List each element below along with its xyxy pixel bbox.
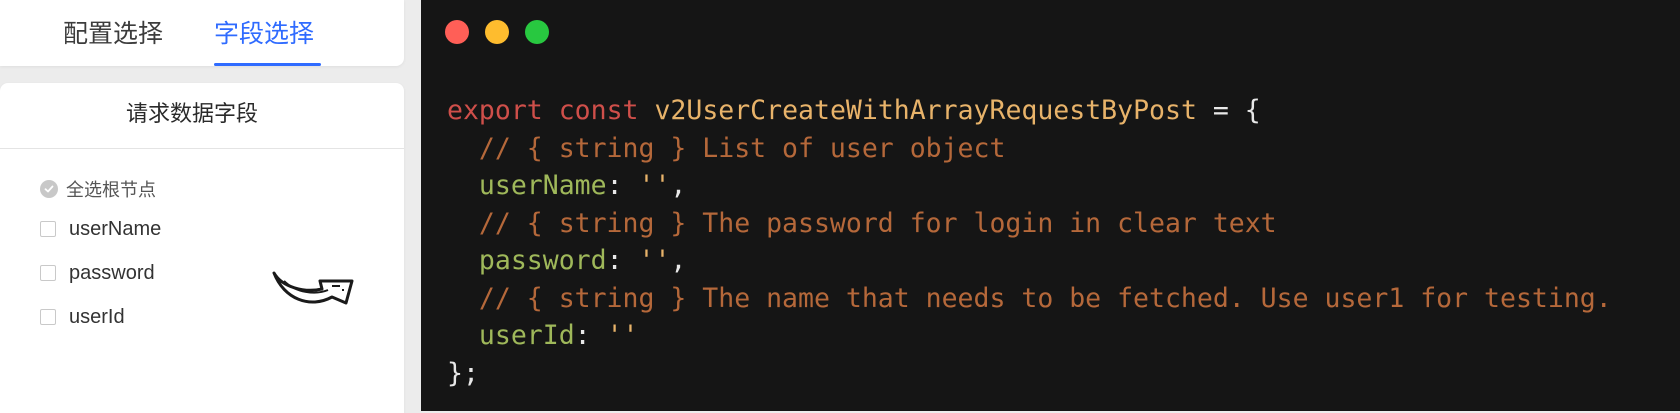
code-closing: };	[447, 357, 479, 389]
code-comment: // { string } The password for login in …	[478, 207, 1277, 239]
field-label: password	[69, 261, 155, 284]
code-keyword: const	[558, 95, 639, 126]
close-dot-icon	[445, 20, 469, 44]
code-preview-window: export const v2UserCreateWithArrayReques…	[421, 0, 1680, 411]
field-label: userName	[69, 217, 162, 240]
field-label: userId	[69, 305, 125, 328]
field-row-username[interactable]: userName	[40, 216, 161, 242]
field-checkbox[interactable]	[40, 309, 56, 325]
field-row-password[interactable]: password	[40, 260, 155, 286]
minimize-dot-icon	[485, 20, 509, 44]
tab-field-select[interactable]: 字段选择	[214, 18, 314, 50]
maximize-dot-icon	[525, 20, 549, 44]
panel-header: 请求数据字段	[0, 83, 404, 149]
code-property: userName	[478, 170, 607, 201]
code-comment: // { string } The name that needs to be …	[478, 282, 1612, 314]
field-checkbox[interactable]	[40, 265, 56, 281]
code-string: ''	[606, 320, 639, 351]
code-keyword: export	[447, 95, 543, 126]
tab-config-select[interactable]: 配置选择	[63, 18, 163, 50]
code-line-1: export const v2UserCreateWithArrayReques…	[447, 95, 1261, 126]
request-fields-panel: 请求数据字段 全选根节点 userName password userId	[0, 83, 404, 413]
curved-arrow-right-icon	[272, 271, 354, 305]
code-comment: // { string } List of user object	[478, 132, 1006, 164]
field-checkbox[interactable]	[40, 221, 56, 237]
panel-title: 请求数据字段	[125, 102, 258, 127]
code-identifier: v2UserCreateWithArrayRequestByPost	[654, 95, 1197, 126]
code-punctuation: = {	[1196, 95, 1261, 126]
code-property: userId	[478, 320, 575, 351]
code-property: password	[478, 245, 607, 276]
select-all-root-toggle[interactable]: 全选根节点	[40, 176, 156, 202]
check-circle-icon	[40, 180, 58, 198]
code-block: export const v2UserCreateWithArrayReques…	[447, 95, 1612, 389]
tab-bar: 配置选择 字段选择	[0, 0, 404, 66]
select-all-label: 全选根节点	[66, 180, 156, 201]
active-tab-indicator	[214, 63, 321, 66]
code-string: ''	[638, 170, 671, 201]
field-row-userid[interactable]: userId	[40, 304, 125, 330]
code-string: ''	[638, 245, 671, 276]
